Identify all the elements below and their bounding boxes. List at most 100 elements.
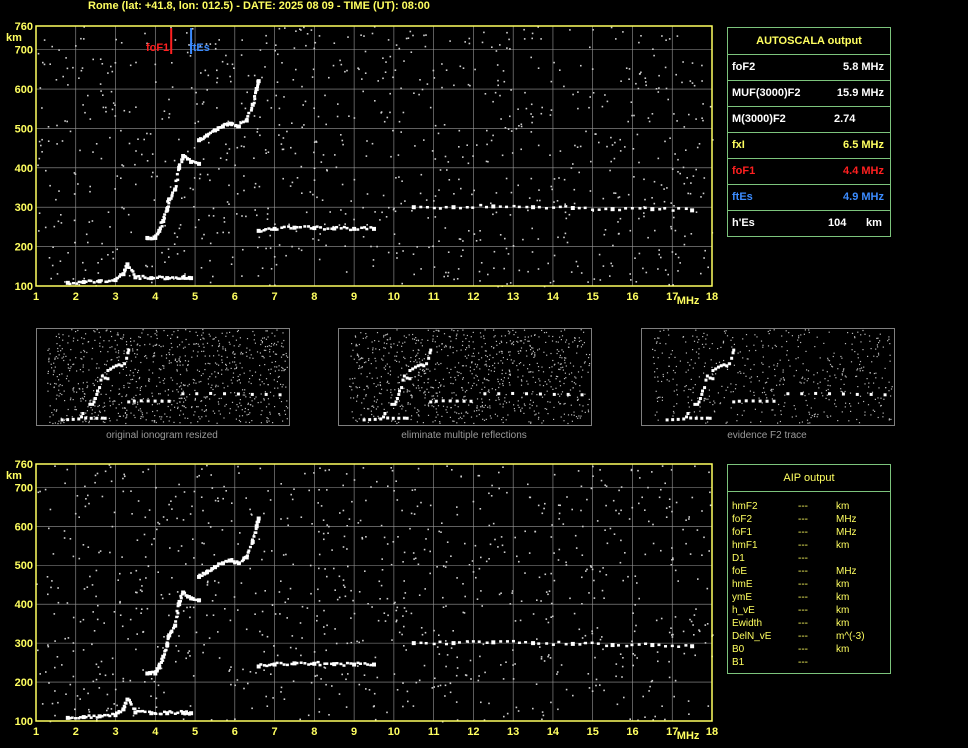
noise-dot <box>241 39 243 41</box>
noise-dot <box>429 572 431 575</box>
thumb-noise <box>827 388 829 391</box>
thumb-noise <box>274 387 276 389</box>
noise-dot <box>507 128 510 130</box>
thumb-noise <box>523 403 525 405</box>
noise-dot <box>701 64 703 67</box>
noise-dot <box>477 679 480 682</box>
noise-dot <box>135 648 137 651</box>
noise-dot <box>317 115 320 118</box>
thumb-noise <box>488 391 490 393</box>
thumb-noise <box>878 342 880 344</box>
thumb-noise <box>217 372 219 374</box>
noise-dot <box>184 273 186 275</box>
aip-row: hmE --- km <box>732 579 890 592</box>
noise-dot <box>595 684 597 687</box>
thumb-noise <box>775 345 777 348</box>
trace-segment <box>330 227 334 230</box>
thumb-noise <box>241 409 243 411</box>
noise-dot <box>362 90 364 93</box>
thumb-noise <box>882 412 884 414</box>
noise-dot <box>338 596 341 599</box>
thumb-noise <box>889 354 891 356</box>
noise-dot <box>82 104 84 106</box>
thumb-noise <box>806 380 808 382</box>
thumb-noise <box>887 340 889 342</box>
noise-dot <box>429 550 431 553</box>
noise-dot <box>384 71 387 73</box>
noise-dot <box>320 678 322 680</box>
noise-dot <box>214 580 216 582</box>
thumb-noise <box>458 371 460 374</box>
thumb-noise <box>74 408 76 411</box>
thumb-trace <box>728 362 732 366</box>
thumb-noise <box>568 373 570 375</box>
noise-dot <box>93 630 96 632</box>
thumb-noise <box>862 349 864 351</box>
thumb-noise <box>584 393 586 395</box>
thumb-noise <box>271 361 273 363</box>
trace-segment <box>172 625 176 628</box>
aip-value: --- <box>798 579 808 590</box>
thumb-trace <box>127 400 131 404</box>
thumb-noise <box>153 353 155 355</box>
thumb-noise <box>565 339 568 341</box>
x-tick-label: 16 <box>626 291 638 303</box>
thumb-noise <box>261 355 263 357</box>
noise-dot <box>173 232 176 235</box>
thumb-noise <box>116 344 118 346</box>
thumb-noise <box>351 378 354 380</box>
trace-segment <box>597 208 601 211</box>
trace-segment <box>267 227 271 230</box>
thumb-noise <box>692 391 694 394</box>
noise-dot <box>325 244 327 247</box>
thumb-noise <box>654 349 656 352</box>
thumb-noise <box>776 365 778 367</box>
thumb-noise <box>731 346 733 348</box>
thumb-noise <box>212 388 214 391</box>
noise-dot <box>423 664 426 667</box>
noise-dot <box>325 123 327 126</box>
thumb-noise <box>403 387 405 389</box>
thumb-noise <box>421 359 423 361</box>
trace-segment <box>596 642 600 645</box>
thumb-noise <box>135 406 137 408</box>
thumb-noise <box>383 336 385 338</box>
noise-dot <box>188 650 191 652</box>
thumb-noise <box>528 371 530 373</box>
x-tick-label: 9 <box>351 291 357 303</box>
noise-dot <box>136 633 138 635</box>
y-tick-label: 400 <box>15 599 33 611</box>
noise-dot <box>663 188 665 190</box>
thumb-noise <box>417 352 419 354</box>
thumb-noise <box>136 353 138 355</box>
trace-segment <box>78 716 82 719</box>
noise-dot <box>437 685 439 688</box>
thumb-noise <box>376 399 378 401</box>
trace-segment <box>318 663 322 667</box>
aip-row: hmF1 --- km <box>732 540 890 553</box>
thumb-noise <box>125 374 128 376</box>
thumb-noise <box>103 402 105 404</box>
thumb-noise <box>118 393 120 395</box>
thumb-noise <box>210 387 212 389</box>
thumb-noise <box>353 397 355 399</box>
noise-dot <box>100 157 103 160</box>
trace-segment <box>342 225 346 229</box>
noise-dot <box>109 466 112 469</box>
thumb-trace <box>730 356 734 360</box>
thumb-trace <box>373 417 377 421</box>
thumb-noise <box>854 351 856 353</box>
thumb-noise <box>674 372 676 374</box>
thumb-noise <box>402 406 404 408</box>
noise-dot <box>236 213 238 215</box>
thumb-noise <box>683 390 685 392</box>
noise-dot <box>398 242 401 245</box>
thumb-noise <box>164 378 166 380</box>
thumb-noise <box>158 403 160 405</box>
thumb-trace <box>700 392 704 396</box>
noise-dot <box>433 686 435 688</box>
noise-dot <box>530 177 533 180</box>
noise-dot <box>411 489 414 491</box>
trace-segment <box>254 531 258 534</box>
noise-dot <box>599 469 601 471</box>
